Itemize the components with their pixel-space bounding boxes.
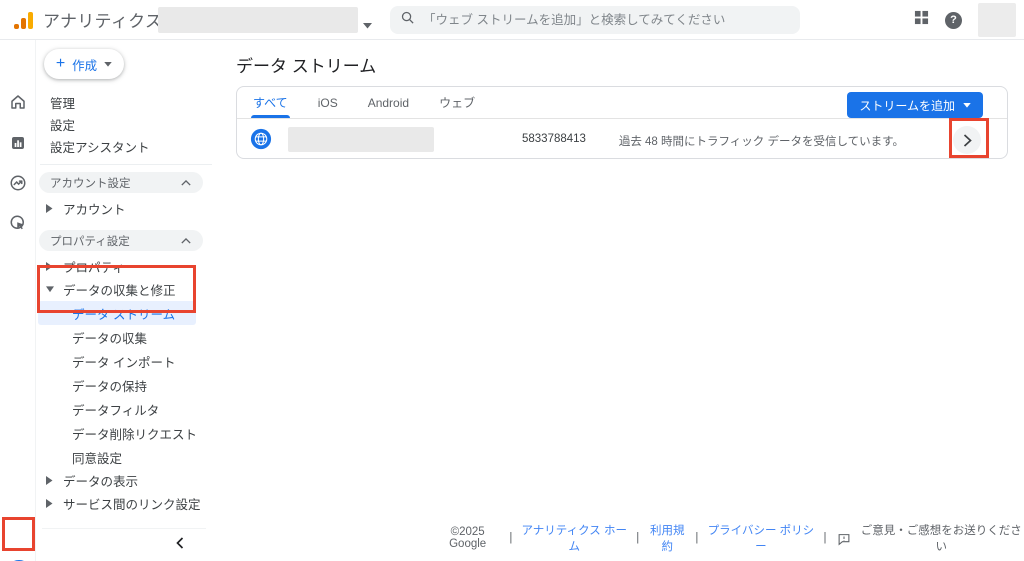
collapse-sidebar-icon[interactable] bbox=[176, 537, 184, 552]
chevron-up-icon bbox=[181, 237, 191, 244]
main-content: データ ストリーム すべて iOS Android ウェブ ストリームを追加 5… bbox=[216, 40, 1024, 561]
tab-all[interactable]: すべて bbox=[251, 87, 290, 118]
avatar[interactable] bbox=[978, 3, 1016, 37]
chevron-up-icon bbox=[181, 179, 191, 186]
sidebar-item-data-import[interactable]: データ インポート bbox=[36, 349, 216, 373]
search-input[interactable] bbox=[423, 13, 790, 27]
page-title: データ ストリーム bbox=[236, 57, 377, 76]
footer: ©2025 Google | アナリティクス ホーム | 利用規約 | プライバ… bbox=[432, 522, 1024, 554]
sidebar-item-data-deletion-requests[interactable]: データ削除リクエスト bbox=[36, 421, 216, 445]
sidebar-item-admin[interactable]: 管理 bbox=[36, 91, 216, 113]
help-icon[interactable]: ? bbox=[945, 11, 962, 29]
stream-name-redacted bbox=[288, 127, 434, 152]
sidebar-item-label: サービス間のリンク設定 bbox=[63, 498, 201, 512]
sidebar-divider bbox=[40, 164, 212, 165]
footer-separator: | bbox=[636, 532, 640, 544]
property-selector[interactable] bbox=[158, 7, 358, 33]
tab-web[interactable]: ウェブ bbox=[439, 87, 475, 118]
search-icon bbox=[400, 10, 415, 30]
footer-separator: | bbox=[695, 532, 699, 544]
caret-down-icon bbox=[104, 61, 112, 67]
sidebar-item-data-display-group[interactable]: データの表示 bbox=[36, 469, 216, 492]
top-bar: アナリティクス ? bbox=[0, 0, 1024, 40]
sidebar-item-label: データの収集と修正 bbox=[63, 284, 176, 298]
advertising-icon[interactable] bbox=[8, 213, 28, 233]
open-stream-chevron-icon[interactable] bbox=[953, 126, 981, 154]
footer-link-terms[interactable]: 利用規約 bbox=[645, 522, 689, 554]
sidebar-item-account[interactable]: アカウント bbox=[36, 197, 216, 220]
explore-icon[interactable] bbox=[8, 173, 28, 193]
footer-link-analytics-home[interactable]: アナリティクス ホーム bbox=[518, 522, 630, 554]
create-button[interactable]: + 作成 bbox=[44, 49, 124, 79]
triangle-right-icon bbox=[46, 204, 54, 213]
sidebar-item-data-collection-group[interactable]: データの収集と修正 bbox=[36, 278, 216, 301]
admin-sidebar: + 作成 管理 設定 設定アシスタント アカウント設定 アカウント プロパティ設… bbox=[36, 40, 216, 561]
add-stream-button-label: ストリームを追加 bbox=[859, 98, 955, 113]
nav-rail: ⚙ bbox=[0, 40, 36, 561]
analytics-logo-icon[interactable] bbox=[14, 11, 33, 29]
footer-separator: | bbox=[823, 532, 827, 544]
web-stream-globe-icon bbox=[250, 128, 272, 150]
sidebar-item-service-links-group[interactable]: サービス間のリンク設定 bbox=[36, 492, 216, 515]
sidebar-item-settings[interactable]: 設定 bbox=[36, 113, 216, 135]
search-bar[interactable] bbox=[390, 6, 800, 34]
data-streams-card: すべて iOS Android ウェブ ストリームを追加 5833788413 … bbox=[236, 86, 1008, 159]
stream-status: 過去 48 時間にトラフィック データを受信しています。 bbox=[618, 136, 904, 148]
tab-ios[interactable]: iOS bbox=[318, 87, 338, 118]
stream-id: 5833788413 bbox=[522, 133, 586, 145]
footer-link-privacy[interactable]: プライバシー ポリシー bbox=[704, 522, 817, 554]
section-property-settings[interactable]: プロパティ設定 bbox=[39, 230, 203, 251]
triangle-down-icon bbox=[46, 286, 54, 293]
stream-row[interactable]: 5833788413 過去 48 時間にトラフィック データを受信しています。 bbox=[237, 120, 1007, 159]
footer-separator: | bbox=[509, 532, 513, 544]
section-account-settings[interactable]: アカウント設定 bbox=[39, 172, 203, 193]
sidebar-item-data-filters[interactable]: データフィルタ bbox=[36, 397, 216, 421]
app-title: アナリティクス bbox=[43, 12, 163, 31]
sidebar-item-property[interactable]: プロパティ bbox=[36, 255, 216, 278]
caret-down-icon[interactable] bbox=[363, 16, 372, 34]
sidebar-bottom-divider bbox=[42, 528, 206, 529]
sidebar-item-label: アカウント bbox=[63, 203, 126, 217]
reports-icon[interactable] bbox=[8, 133, 28, 153]
footer-link-feedback[interactable]: ご意見・ご感想をお送りください bbox=[859, 522, 1024, 554]
create-button-label: 作成 bbox=[72, 58, 98, 73]
section-label: プロパティ設定 bbox=[50, 235, 130, 248]
add-stream-button[interactable]: ストリームを追加 bbox=[847, 92, 983, 118]
apps-grid-icon[interactable] bbox=[914, 10, 929, 30]
sidebar-item-data-collection[interactable]: データの収集 bbox=[36, 325, 216, 349]
sidebar-item-label: データの表示 bbox=[63, 475, 139, 489]
sidebar-item-label: プロパティ bbox=[63, 261, 125, 275]
sidebar-item-data-retention[interactable]: データの保持 bbox=[36, 373, 216, 397]
copyright: ©2025 Google bbox=[449, 526, 487, 550]
tab-android[interactable]: Android bbox=[368, 87, 409, 118]
sidebar-item-consent-settings[interactable]: 同意設定 bbox=[36, 445, 216, 469]
triangle-right-icon bbox=[46, 262, 54, 271]
sidebar-item-setup-assistant[interactable]: 設定アシスタント bbox=[36, 135, 216, 157]
caret-down-icon bbox=[963, 102, 971, 108]
plus-icon: + bbox=[55, 55, 66, 72]
topbar-actions: ? bbox=[914, 0, 1024, 40]
triangle-right-icon bbox=[46, 499, 54, 508]
triangle-right-icon bbox=[46, 476, 54, 485]
sidebar-item-data-streams[interactable]: データ ストリーム bbox=[38, 301, 196, 325]
feedback-icon bbox=[837, 533, 851, 546]
section-label: アカウント設定 bbox=[50, 177, 131, 190]
home-icon[interactable] bbox=[8, 92, 28, 112]
analytics-admin-page: アナリティクス ? bbox=[0, 0, 1024, 561]
